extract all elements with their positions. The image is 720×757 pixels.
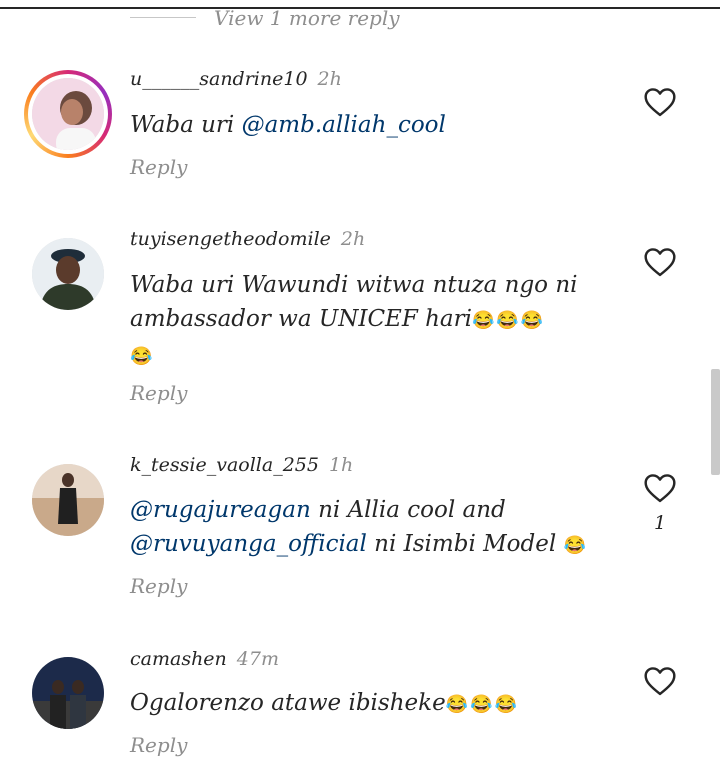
comment-text-part: ni Allia cool and (310, 497, 506, 523)
heart-outline-icon[interactable] (643, 473, 677, 503)
mention-link[interactable]: @rugajureagan (130, 497, 311, 523)
avatar-image (32, 464, 104, 536)
comment-text-line: @ruvuyanga_official ni Isimbi Model 😂 (130, 527, 610, 563)
reply-button[interactable]: Reply (130, 155, 187, 179)
comment-text-part: Ogalorenzo atawe ibisheke (130, 690, 446, 716)
timestamp: 1h (328, 454, 354, 476)
username[interactable]: u______sandrine10 (130, 68, 308, 90)
comment-text: Waba uri @amb.alliah_cool (130, 108, 610, 142)
view-replies-line (130, 17, 196, 18)
like-count: 1 (653, 512, 667, 534)
mention-link[interactable]: @amb.alliah_cool (242, 112, 446, 138)
timestamp: 47m (236, 648, 279, 670)
avatar-image (32, 238, 104, 310)
laughing-emoji: 😂😂😂 (445, 694, 519, 715)
avatar[interactable] (32, 657, 104, 729)
username[interactable]: camashen (130, 648, 227, 670)
avatar[interactable] (32, 238, 104, 310)
timestamp: 2h (340, 228, 366, 250)
comment-text: Waba uri Wawundi witwa ntuza ngo ni amba… (130, 268, 610, 374)
heart-outline-icon[interactable] (643, 247, 677, 277)
comment-text: Ogalorenzo atawe ibisheke😂😂😂 (130, 686, 610, 722)
comment-text-part: ambassador wa UNICEF hari (130, 306, 472, 332)
comment-text-line: Waba uri Wawundi witwa ntuza ngo ni (130, 272, 578, 298)
view-more-replies-link[interactable]: View 1 more reply (214, 6, 400, 30)
avatar[interactable] (32, 78, 104, 150)
comment-text-line: 😂 (130, 338, 610, 374)
username[interactable]: k_tessie_vaolla_255 (130, 454, 319, 476)
laughing-emoji: 😂 (130, 346, 155, 367)
comment-text-part: ni Isimbi Model (366, 531, 564, 557)
username[interactable]: tuyisengetheodomile (130, 228, 331, 250)
heart-outline-icon[interactable] (643, 666, 677, 696)
comment-text-line: @rugajureagan ni Allia cool and (130, 493, 610, 527)
story-ring[interactable] (24, 70, 112, 158)
comment-meta: tuyisengetheodomile 2h (130, 228, 365, 250)
reply-button[interactable]: Reply (130, 574, 187, 598)
reply-button[interactable]: Reply (130, 381, 187, 405)
comment-text: @rugajureagan ni Allia cool and @ruvuyan… (130, 493, 610, 563)
heart-outline-icon[interactable] (643, 87, 677, 117)
reply-button[interactable]: Reply (130, 733, 187, 757)
laughing-emoji: 😂 (563, 535, 588, 556)
timestamp: 2h (317, 68, 342, 90)
avatar-image (32, 657, 104, 729)
mention-link[interactable]: @ruvuyanga_official (130, 531, 367, 557)
avatar-image (32, 78, 104, 150)
comment-meta: camashen 47m (130, 648, 279, 670)
scrollbar-thumb[interactable] (711, 369, 720, 475)
laughing-emoji: 😂😂😂 (472, 310, 546, 331)
comment-meta: k_tessie_vaolla_255 1h (130, 454, 353, 476)
comment-text-part: Waba uri (130, 112, 242, 138)
comment-text-line: ambassador wa UNICEF hari😂😂😂 (130, 302, 610, 338)
avatar[interactable] (32, 464, 104, 536)
comment-meta: u______sandrine10 2h (130, 68, 342, 90)
